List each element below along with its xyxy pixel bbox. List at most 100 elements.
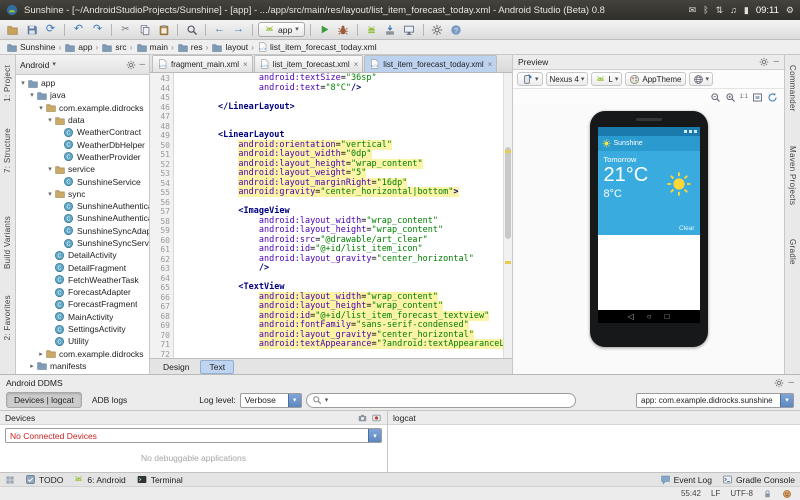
indicator-battery-icon[interactable]: ▮: [744, 5, 749, 16]
code-line[interactable]: android:text="8°C"/>: [177, 84, 503, 94]
project-tree-item[interactable]: CUtility: [16, 335, 149, 347]
ddms-settings-icon[interactable]: [774, 378, 784, 388]
project-tree-item[interactable]: CSunshineAuthenticator: [16, 200, 149, 212]
project-tree-item[interactable]: ▸manifests: [16, 360, 149, 372]
project-tree-item[interactable]: ▾app: [16, 77, 149, 89]
editor-mode-tab-text[interactable]: Text: [200, 360, 234, 374]
editor-scrollbar[interactable]: [503, 73, 512, 358]
zoom-out-icon[interactable]: [710, 92, 721, 103]
breadcrumb-item[interactable]: app: [64, 42, 92, 53]
code-pane[interactable]: android:textSize="36sp" android:text="8°…: [174, 73, 503, 358]
code-line[interactable]: [177, 350, 503, 359]
redo-icon[interactable]: ↷: [89, 22, 106, 38]
project-tree-item[interactable]: CMainActivity: [16, 311, 149, 323]
breadcrumb-item[interactable]: layout: [211, 42, 248, 53]
zoom-fit-icon[interactable]: [752, 92, 763, 103]
nav-back-icon[interactable]: ◁: [628, 312, 634, 321]
preview-settings-icon[interactable]: [759, 57, 769, 67]
indicator-network-icon[interactable]: ⇅: [716, 5, 724, 16]
device-selector[interactable]: Nexus 4 ▾: [546, 72, 589, 86]
hide-panel-icon[interactable]: –: [139, 60, 145, 70]
expand-arrow-icon[interactable]: ▾: [46, 165, 54, 173]
project-tree-item[interactable]: ▾data: [16, 114, 149, 126]
run-icon[interactable]: [316, 22, 333, 38]
undo-icon[interactable]: ↶: [70, 22, 87, 38]
device-selector-combo[interactable]: No Connected Devices ▾: [5, 428, 382, 443]
expand-arrow-icon[interactable]: ▾: [46, 190, 54, 198]
zoom-in-icon[interactable]: [725, 92, 736, 103]
project-tree-item[interactable]: CFetchWeatherTask: [16, 274, 149, 286]
tool-window-button-gradle-console[interactable]: Gradle Console: [722, 474, 795, 485]
sdk-manager-icon[interactable]: [382, 22, 399, 38]
project-tree-item[interactable]: CForecastAdapter: [16, 286, 149, 298]
code-line[interactable]: </LinearLayout>: [177, 103, 503, 113]
screen-record-icon[interactable]: [371, 413, 382, 423]
code-line[interactable]: android:textAppearance="?android:textApp…: [177, 340, 503, 350]
open-icon[interactable]: [4, 22, 21, 38]
warning-stripe-mark[interactable]: [505, 150, 511, 153]
cut-icon[interactable]: ✂: [117, 22, 134, 38]
avd-manager-icon[interactable]: [363, 22, 380, 38]
copy-icon[interactable]: [136, 22, 153, 38]
breadcrumb-item[interactable]: </>list_item_forecast_today.xml: [257, 41, 377, 53]
back-icon[interactable]: ←: [211, 22, 228, 38]
close-tab-icon[interactable]: ×: [488, 60, 493, 69]
project-tree-item[interactable]: CForecastFragment: [16, 298, 149, 310]
logcat-output[interactable]: [388, 425, 800, 472]
help-icon[interactable]: ?: [448, 22, 465, 38]
code-line[interactable]: />: [177, 264, 503, 274]
tool-window-button-todo[interactable]: TODO: [25, 474, 63, 485]
nav-recents-icon[interactable]: □: [665, 312, 670, 321]
indicator-sound-icon[interactable]: ♫: [730, 5, 737, 15]
expand-arrow-icon[interactable]: ▾: [19, 79, 27, 87]
expand-arrow-icon[interactable]: ▸: [28, 362, 36, 370]
tool-window-button-build-variants[interactable]: Build Variants: [3, 216, 12, 269]
editor-tab[interactable]: </>list_item_forecast.xml×: [254, 55, 364, 72]
tool-window-button-terminal[interactable]: Terminal: [136, 474, 183, 485]
forward-icon[interactable]: →: [230, 22, 247, 38]
project-tree-item[interactable]: CSunshineAuthenticatorService: [16, 212, 149, 224]
tool-window-button-1-project[interactable]: 1: Project: [3, 65, 12, 102]
clock[interactable]: 09:11: [756, 5, 779, 16]
project-tree-item[interactable]: ▸com.example.didrocks: [16, 348, 149, 360]
logcat-search-input[interactable]: [331, 395, 569, 405]
indicator-bluetooth-icon[interactable]: ᛒ: [703, 5, 708, 15]
find-icon[interactable]: [183, 22, 200, 38]
expand-arrow-icon[interactable]: ▾: [37, 104, 45, 112]
nav-home-icon[interactable]: ○: [647, 312, 652, 321]
project-tree-item[interactable]: CDetailFragment: [16, 261, 149, 273]
logcat-search[interactable]: ▾: [306, 393, 576, 408]
code-editor[interactable]: 4344454647484950515253545556575859606162…: [150, 73, 512, 358]
editor-tab[interactable]: </>list_item_forecast_today.xml×: [364, 55, 497, 72]
zoom-actual-icon[interactable]: 1:1: [740, 94, 748, 100]
expand-arrow-icon[interactable]: ▸: [37, 350, 45, 358]
readonly-lock-icon[interactable]: [763, 489, 772, 499]
warning-stripe-mark[interactable]: [505, 261, 511, 264]
project-tree-item[interactable]: CWeatherProvider: [16, 151, 149, 163]
scrollbar-thumb[interactable]: [505, 147, 511, 239]
code-line[interactable]: [177, 112, 503, 122]
run-configuration-select[interactable]: app▾: [258, 22, 305, 37]
settings-icon[interactable]: [429, 22, 446, 38]
project-tree-item[interactable]: ▾java: [16, 89, 149, 101]
breadcrumb-item[interactable]: res: [177, 42, 203, 53]
editor-tab[interactable]: </>fragment_main.xml×: [152, 55, 253, 72]
save-all-icon[interactable]: [23, 22, 40, 38]
code-line[interactable]: android:gravity="center_horizontal|botto…: [177, 188, 503, 198]
project-tree-item[interactable]: CWeatherContract: [16, 126, 149, 138]
project-tree-item[interactable]: ▾sync: [16, 188, 149, 200]
orientation-selector[interactable]: ▾: [517, 72, 543, 86]
indicator-session-icon[interactable]: ⚙: [786, 5, 794, 16]
inspection-profile-icon[interactable]: [782, 489, 792, 499]
tool-window-button-2-favorites[interactable]: 2: Favorites: [3, 295, 12, 340]
expand-arrow-icon[interactable]: ▾: [28, 91, 36, 99]
ddms-tab-devices-logcat[interactable]: Devices | logcat: [6, 392, 82, 408]
tool-window-button-7-structure[interactable]: 7: Structure: [3, 128, 12, 173]
hide-preview-icon[interactable]: –: [773, 57, 779, 67]
breadcrumb-item[interactable]: main: [136, 42, 168, 53]
project-tree-item[interactable]: ▾com.example.didrocks: [16, 102, 149, 114]
theme-selector[interactable]: AppTheme: [625, 72, 685, 86]
expand-arrow-icon[interactable]: ▾: [46, 116, 54, 124]
project-tree-item[interactable]: CWeatherDbHelper: [16, 138, 149, 150]
project-tree-item[interactable]: ▾service: [16, 163, 149, 175]
